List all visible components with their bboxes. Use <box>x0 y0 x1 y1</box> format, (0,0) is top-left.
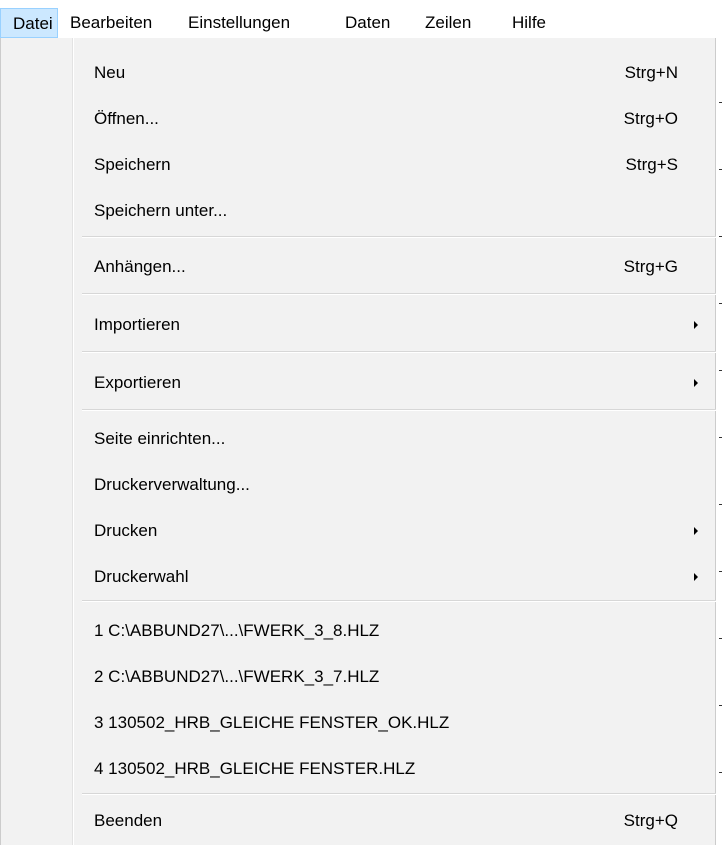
menu-item-label: Neu <box>94 63 126 82</box>
menu-separator <box>82 351 716 353</box>
menu-bar: Datei Bearbeiten Einstellungen Daten Zei… <box>0 0 722 39</box>
shortcut-label: Strg+Q <box>623 811 678 830</box>
menu-item-label: Speichern unter... <box>94 201 228 220</box>
menu-separator <box>82 409 716 411</box>
submenu-arrow-icon <box>694 379 698 387</box>
menu-item-save[interactable]: Speichern Strg+S <box>74 144 714 186</box>
recent-file-label: 1 C:\ABBUND27\...\FWERK_3_8.HLZ <box>94 621 380 640</box>
menu-item-label: Speichern <box>94 155 171 174</box>
menu-item-export[interactable]: Exportieren <box>74 362 714 404</box>
submenu-arrow-icon <box>694 573 698 581</box>
recent-file-label: 4 130502_HRB_GLEICHE FENSTER.HLZ <box>94 759 416 778</box>
menu-item-exit[interactable]: Beenden Strg+Q <box>74 800 714 842</box>
menu-item-label: Seite einrichten... <box>94 429 226 448</box>
menu-item-label: Beenden <box>94 811 163 830</box>
menu-datei[interactable]: Datei <box>0 8 58 38</box>
menu-item-label: Druckerverwaltung... <box>94 475 250 494</box>
shortcut-label: Strg+S <box>625 155 678 174</box>
menu-item-print[interactable]: Drucken <box>74 510 714 552</box>
menu-separator <box>82 793 716 795</box>
menu-item-new[interactable]: Neu Strg+N <box>74 52 714 94</box>
menu-separator <box>82 600 716 602</box>
menu-hilfe[interactable]: Hilfe <box>512 8 546 38</box>
menu-item-printer-management[interactable]: Druckerverwaltung... <box>74 464 714 506</box>
menu-item-append[interactable]: Anhängen... Strg+G <box>74 246 714 288</box>
recent-file-label: 2 C:\ABBUND27\...\FWERK_3_7.HLZ <box>94 667 380 686</box>
menu-daten[interactable]: Daten <box>345 8 390 38</box>
menu-separator <box>82 236 716 238</box>
recent-file-3[interactable]: 3 130502_HRB_GLEICHE FENSTER_OK.HLZ <box>74 702 714 744</box>
menu-item-save-as[interactable]: Speichern unter... <box>74 190 714 232</box>
menu-item-printer-select[interactable]: Druckerwahl <box>74 556 714 598</box>
menu-item-open[interactable]: Öffnen... Strg+O <box>74 98 714 140</box>
underlying-window-edge <box>716 38 722 845</box>
recent-file-2[interactable]: 2 C:\ABBUND27\...\FWERK_3_7.HLZ <box>74 656 714 698</box>
recent-file-4[interactable]: 4 130502_HRB_GLEICHE FENSTER.HLZ <box>74 748 714 790</box>
menu-einstellungen[interactable]: Einstellungen <box>188 8 290 38</box>
menu-item-import[interactable]: Importieren <box>74 304 714 346</box>
menu-separator <box>82 293 716 295</box>
menu-item-label: Anhängen... <box>94 257 186 276</box>
submenu-arrow-icon <box>694 321 698 329</box>
shortcut-label: Strg+N <box>624 63 678 82</box>
menu-zeilen[interactable]: Zeilen <box>425 8 471 38</box>
menu-item-label: Exportieren <box>94 373 181 392</box>
recent-file-1[interactable]: 1 C:\ABBUND27\...\FWERK_3_8.HLZ <box>74 610 714 652</box>
recent-file-label: 3 130502_HRB_GLEICHE FENSTER_OK.HLZ <box>94 713 450 732</box>
menu-item-label: Drucken <box>94 521 158 540</box>
menu-item-label: Importieren <box>94 315 180 334</box>
menu-item-label: Druckerwahl <box>94 567 189 586</box>
menu-item-page-setup[interactable]: Seite einrichten... <box>74 418 714 460</box>
shortcut-label: Strg+G <box>623 257 678 276</box>
menu-item-label: Öffnen... <box>94 109 159 128</box>
menu-bearbeiten[interactable]: Bearbeiten <box>70 8 152 38</box>
shortcut-label: Strg+O <box>623 109 678 128</box>
submenu-arrow-icon <box>694 527 698 535</box>
